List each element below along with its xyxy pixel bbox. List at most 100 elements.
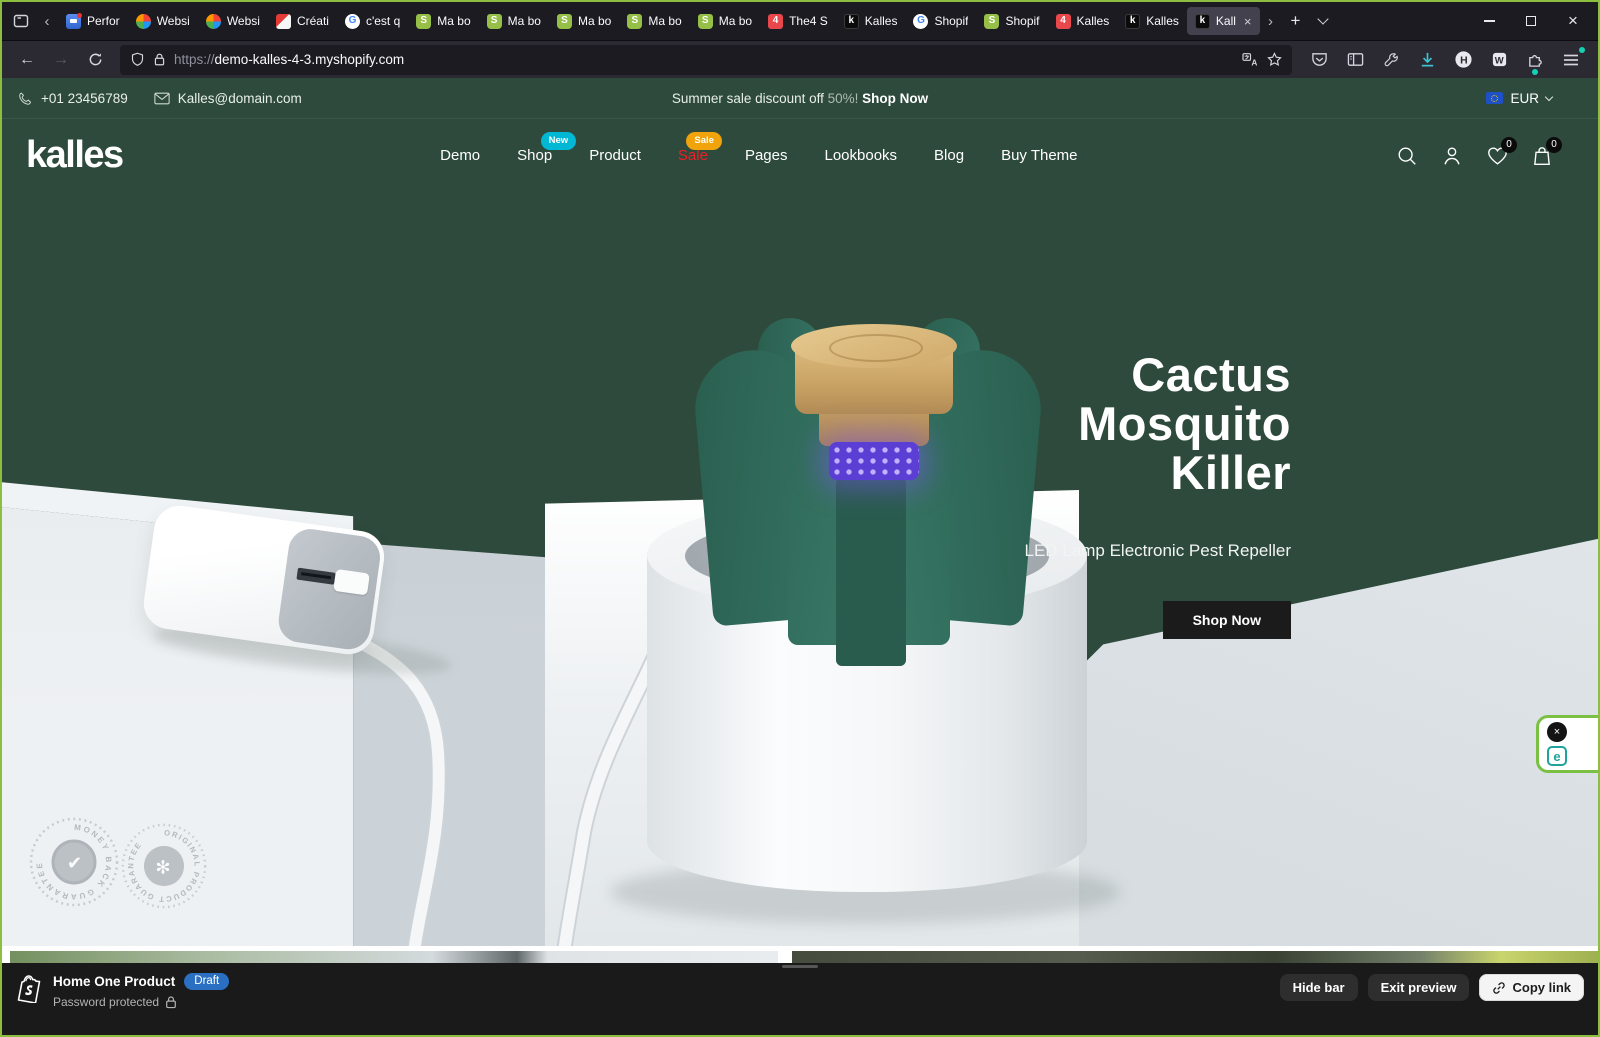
- window-controls: ×: [1468, 6, 1594, 36]
- extensions-puzzle-icon[interactable]: [1522, 47, 1548, 73]
- lock-icon[interactable]: [153, 52, 166, 67]
- preview-text: Home One Product Draft Password protecte…: [53, 973, 229, 1009]
- extension-notification-dot: [1532, 69, 1538, 75]
- tab-scroll-left-icon[interactable]: ‹: [36, 13, 58, 30]
- svg-text:W: W: [1494, 55, 1503, 66]
- joomla-favicon: [206, 14, 221, 29]
- clipper-close-icon[interactable]: ×: [1547, 722, 1567, 742]
- tab-shop-4[interactable]: SMa bo: [619, 7, 689, 35]
- cart-count-badge: 0: [1546, 137, 1562, 153]
- original-product-stamp: ORIGINAL PRODUCT GUARANTEE ✻: [120, 822, 208, 910]
- tab-google-search[interactable]: Gc'est q: [337, 7, 408, 35]
- wishlist-icon[interactable]: 0: [1485, 144, 1509, 168]
- currency-selector[interactable]: EUR: [1486, 91, 1552, 106]
- shopify-favicon: S: [487, 14, 502, 29]
- svg-text:✻: ✻: [155, 858, 170, 879]
- tab-kalles-3[interactable]: kKalles: [1117, 7, 1187, 35]
- promo-message: Summer sale discount off 50%! Shop Now: [672, 91, 928, 106]
- tab-list-dropdown-icon[interactable]: [1310, 19, 1336, 23]
- forward-button[interactable]: →: [46, 46, 76, 74]
- site-logo[interactable]: kalles: [26, 134, 123, 177]
- email-item[interactable]: Kalles@domain.com: [154, 91, 302, 106]
- hide-bar-button[interactable]: Hide bar: [1280, 974, 1358, 1001]
- chevron-down-icon: [1545, 92, 1553, 100]
- preview-actions: Hide bar Exit preview Copy link: [1280, 974, 1584, 1001]
- navigation-toolbar: ← → https://demo-kalles-4-3.myshopify.co…: [2, 40, 1598, 78]
- padlock-icon: [165, 995, 177, 1009]
- shopify-favicon: S: [698, 14, 713, 29]
- sidebar-icon[interactable]: [1342, 47, 1368, 73]
- menu-item-pages[interactable]: Pages: [745, 147, 788, 164]
- tab-website-1[interactable]: Websi: [128, 7, 198, 35]
- back-button[interactable]: ←: [12, 46, 42, 74]
- shield-icon[interactable]: [130, 52, 145, 67]
- tab-scroll-right-icon[interactable]: ›: [1260, 13, 1282, 30]
- tab-creation[interactable]: Créati: [268, 7, 337, 35]
- new-tab-button[interactable]: +: [1282, 7, 1310, 35]
- usb-plug: [333, 569, 370, 596]
- search-icon[interactable]: [1395, 144, 1419, 168]
- tab-kalles-2[interactable]: 4Kalles: [1048, 7, 1118, 35]
- url-text[interactable]: https://demo-kalles-4-3.myshopify.com: [174, 52, 1234, 67]
- preview-info: Home One Product Draft Password protecte…: [16, 973, 229, 1009]
- copy-link-button[interactable]: Copy link: [1479, 974, 1584, 1001]
- eu-flag-icon: [1486, 92, 1503, 104]
- powerbank-end-face: [276, 526, 383, 652]
- downloads-icon[interactable]: [1414, 47, 1440, 73]
- cactus-fin: [836, 474, 906, 666]
- menu-hamburger-icon[interactable]: [1558, 47, 1584, 73]
- menu-item-blog[interactable]: Blog: [934, 147, 964, 164]
- menu-item-buy-theme[interactable]: Buy Theme: [1001, 147, 1077, 164]
- site-topbar: +01 23456789 Kalles@domain.com Summer sa…: [2, 78, 1598, 119]
- menu-item-lookbooks[interactable]: Lookbooks: [824, 147, 897, 164]
- tab-shop-1[interactable]: SMa bo: [408, 7, 478, 35]
- close-button[interactable]: ×: [1552, 6, 1594, 36]
- pocket-icon[interactable]: [1306, 47, 1332, 73]
- svg-text:H: H: [1460, 55, 1468, 66]
- reload-button[interactable]: [80, 46, 110, 74]
- drag-handle[interactable]: [782, 965, 818, 968]
- tab-shop-2[interactable]: SMa bo: [479, 7, 549, 35]
- bookmark-star-icon[interactable]: [1267, 52, 1282, 67]
- translate-icon[interactable]: A: [1242, 52, 1259, 67]
- password-protected-row: Password protected: [53, 995, 229, 1009]
- tab-kalles-1[interactable]: kKalles: [836, 7, 906, 35]
- header-icons: 0 0: [1395, 144, 1554, 168]
- the4-favicon: 4: [1056, 14, 1071, 29]
- account-h-icon[interactable]: H: [1450, 47, 1476, 73]
- tab-the4[interactable]: 4The4 S: [760, 7, 836, 35]
- menu-item-product[interactable]: Product: [589, 147, 641, 164]
- tab-shop-3[interactable]: SMa bo: [549, 7, 619, 35]
- phone-item[interactable]: +01 23456789: [18, 91, 128, 106]
- shopify-logo-icon: [16, 973, 42, 1003]
- kalles-favicon: k: [1125, 14, 1140, 29]
- firefox-view-icon[interactable]: [6, 7, 36, 35]
- tab-close-icon[interactable]: ×: [1244, 14, 1252, 29]
- tab-shopify[interactable]: SShopif: [976, 7, 1047, 35]
- url-bar[interactable]: https://demo-kalles-4-3.myshopify.com A: [120, 45, 1292, 75]
- shop-now-button[interactable]: Shop Now: [1163, 601, 1291, 639]
- wrench-icon[interactable]: [1378, 47, 1404, 73]
- clipper-e-icon[interactable]: e: [1547, 746, 1567, 766]
- link-icon: [1492, 981, 1506, 995]
- tab-performance[interactable]: Perfor: [58, 7, 128, 35]
- notes-w-icon[interactable]: W: [1486, 47, 1512, 73]
- menu-item-shop[interactable]: ShopNew: [517, 147, 552, 164]
- envelope-icon: [154, 92, 170, 105]
- account-icon[interactable]: [1440, 144, 1464, 168]
- kalles-favicon: k: [1195, 14, 1210, 29]
- tab-kalles-active[interactable]: kKall×: [1187, 7, 1260, 35]
- tab-shop-5[interactable]: SMa bo: [690, 7, 760, 35]
- promo-shop-now-link[interactable]: Shop Now: [858, 91, 928, 106]
- minimize-button[interactable]: [1468, 6, 1510, 36]
- maximize-button[interactable]: [1510, 6, 1552, 36]
- shopify-preview-bar: Home One Product Draft Password protecte…: [2, 963, 1598, 1035]
- browser-window: ‹ Perfor Websi Websi Créati Gc'est q SMa…: [0, 0, 1600, 1037]
- tab-website-2[interactable]: Websi: [198, 7, 268, 35]
- menu-item-demo[interactable]: Demo: [440, 147, 480, 164]
- menu-item-sale[interactable]: SaleSale: [678, 147, 708, 164]
- cart-icon[interactable]: 0: [1530, 144, 1554, 168]
- tab-shopify-google[interactable]: GShopif: [905, 7, 976, 35]
- exit-preview-button[interactable]: Exit preview: [1368, 974, 1470, 1001]
- google-favicon: G: [913, 14, 928, 29]
